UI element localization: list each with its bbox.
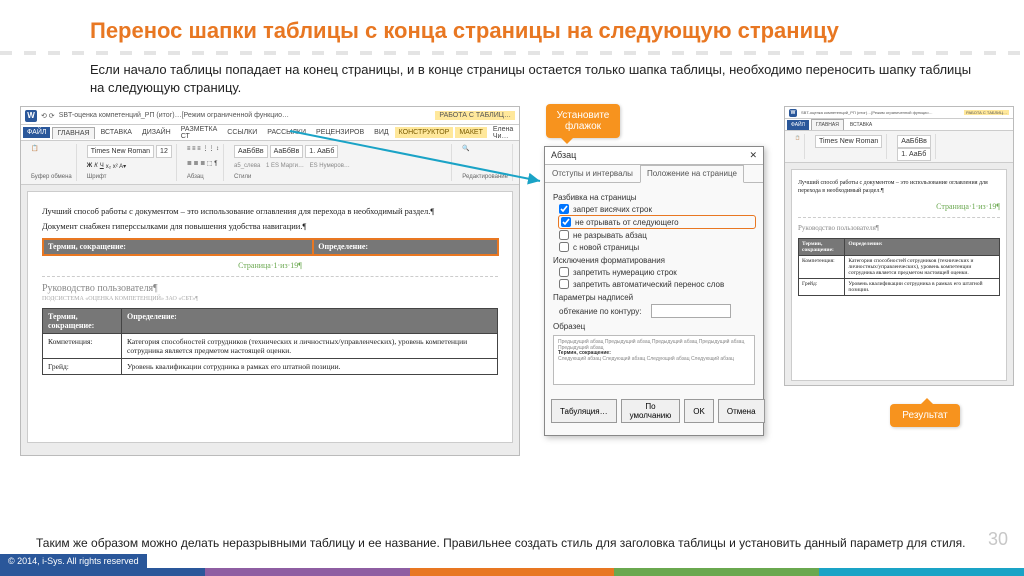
word-icon: W bbox=[25, 110, 37, 122]
dialog-section-textbox: Параметры надписей bbox=[553, 293, 755, 302]
intro-text: Если начало таблицы попадает на конец ст… bbox=[0, 61, 1024, 96]
callout-result: Результат bbox=[890, 404, 960, 427]
style-3[interactable]: 1. АаБб bbox=[305, 145, 338, 158]
checkbox-keep-with-next[interactable]: не отрывать от следующего bbox=[559, 216, 755, 228]
tab-mail[interactable]: РАССЫЛКИ bbox=[263, 127, 310, 138]
doc-para-1: Лучший способ работы с документом – это … bbox=[42, 206, 498, 217]
checkbox-keep-together[interactable]: не разрывать абзац bbox=[559, 230, 755, 240]
tab-file[interactable]: ФАЙЛ bbox=[23, 127, 50, 138]
group-para: Абзац bbox=[187, 174, 219, 180]
font-name[interactable]: Times New Roman bbox=[87, 145, 154, 158]
tab-home[interactable]: ГЛАВНАЯ bbox=[52, 127, 94, 139]
word-titlebar-r: W SBT-оценка компетенций_РП (итог)…[Режи… bbox=[785, 107, 1013, 119]
close-icon[interactable]: ✕ bbox=[749, 150, 757, 161]
copyright: © 2014, i-Sys. All rights reserved bbox=[0, 554, 147, 568]
cancel-button[interactable]: Отмена bbox=[718, 399, 765, 423]
style-2[interactable]: АаБбВв bbox=[270, 145, 304, 158]
group-clipboard: Буфер обмена bbox=[31, 174, 72, 180]
tab-refs[interactable]: ССЫЛКИ bbox=[223, 127, 261, 138]
dialog-tab-position[interactable]: Положение на странице bbox=[640, 165, 744, 183]
tabulation-button[interactable]: Табуляция… bbox=[551, 399, 617, 423]
document-page[interactable]: Лучший способ работы с документом – это … bbox=[27, 191, 513, 443]
tab-design[interactable]: ДИЗАЙН bbox=[138, 127, 175, 138]
tab-view[interactable]: ВИД bbox=[370, 127, 392, 138]
callout-set-flag: Установите флажок bbox=[546, 104, 620, 138]
tab-constructor[interactable]: КОНСТРУКТОР bbox=[395, 127, 454, 138]
font-size[interactable]: 12 bbox=[156, 145, 172, 158]
tab-insert[interactable]: ВСТАВКА bbox=[97, 127, 136, 138]
page-footer-r: Страница·1·из·19¶ bbox=[798, 202, 1000, 211]
preview-label: Образец bbox=[553, 322, 755, 331]
tab-review[interactable]: РЕЦЕНЗИРОВ bbox=[312, 127, 368, 138]
checkbox-widow[interactable]: запрет висячих строк bbox=[559, 204, 755, 214]
tab-insert[interactable]: ВСТАВКА bbox=[846, 120, 876, 130]
context-tab-label: РАБОТА С ТАБЛИЦ… bbox=[435, 111, 515, 120]
dialog-tab-indents[interactable]: Отступы и интервалы bbox=[545, 165, 640, 182]
style-1[interactable]: АаБбВв bbox=[234, 145, 268, 158]
guide-title: Руководство пользователя¶ bbox=[42, 283, 498, 294]
doc-para-2: Документ снабжен гиперссылками для повыш… bbox=[42, 221, 498, 232]
paragraph-dialog: Абзац ✕ Отступы и интервалы Положение на… bbox=[544, 146, 764, 436]
slide-number: 30 bbox=[988, 529, 1008, 550]
ribbon-tabs: ФАЙЛ ГЛАВНАЯ ВСТАВКА ДИЗАЙН РАЗМЕТКА СТ … bbox=[21, 125, 519, 141]
default-button[interactable]: По умолчанию bbox=[621, 399, 681, 423]
page-footer: Страница·1·из·19¶ bbox=[42, 261, 498, 270]
dialog-title: Абзац bbox=[551, 150, 576, 161]
dialog-section-format-exc: Исключения форматирования bbox=[553, 256, 755, 265]
word-titlebar: W ⟲ ⟳ SBT-оценка компетенций_РП (итог)…[… bbox=[21, 107, 519, 125]
slide-title: Перенос шапки таблицы с конца страницы н… bbox=[0, 0, 1024, 43]
table-before-top: Термин, сокращение:Определение: bbox=[42, 238, 498, 255]
footer-stripe bbox=[0, 568, 1024, 576]
tab-layout[interactable]: РАЗМЕТКА СТ bbox=[177, 124, 222, 142]
checkbox-suppress-lines[interactable]: запретить нумерацию строк bbox=[559, 267, 755, 277]
content-area: W ⟲ ⟳ SBT-оценка компетенций_РП (итог)…[… bbox=[0, 106, 1024, 486]
preview-box: Предыдущий абзац Предыдущий абзац Предыд… bbox=[553, 335, 755, 385]
word-icon: W bbox=[789, 109, 797, 117]
wrap-select[interactable] bbox=[651, 304, 731, 318]
doc-title: SBT-оценка компетенций_РП (итог)…[Режим … bbox=[59, 112, 289, 119]
dialog-section-pagination: Разбивка на страницы bbox=[553, 193, 755, 202]
table-header-1: Термин, сокращение: bbox=[43, 239, 313, 255]
guide-subtitle: ПОДСИСТЕМА «ОЦЕНКА КОМПЕТЕНЦИЙ» ЗАО «СБТ… bbox=[42, 296, 498, 302]
tab-home[interactable]: ГЛАВНАЯ bbox=[811, 119, 844, 130]
group-edit: Редактирование bbox=[462, 174, 508, 180]
guide-title-r: Руководство пользователя¶ bbox=[798, 224, 1000, 232]
outro-text: Таким же образом можно делать неразрывны… bbox=[36, 536, 984, 552]
checkbox-no-hyphen[interactable]: запретить автоматический перенос слов bbox=[559, 279, 755, 289]
table-before-bottom: Термин, сокращение:Определение: Компетен… bbox=[42, 308, 498, 375]
table-after: Термин, сокращение:Определение: Компетен… bbox=[798, 238, 1000, 296]
ok-button[interactable]: OK bbox=[684, 399, 714, 423]
doc-para-r1: Лучший способ работы с документом – это … bbox=[798, 180, 1000, 196]
word-window-before: W ⟲ ⟳ SBT-оценка компетенций_РП (итог)…[… bbox=[20, 106, 520, 456]
user-name[interactable]: Елена Чи… bbox=[489, 124, 519, 142]
table-header-2: Определение: bbox=[313, 239, 498, 255]
tab-tbllayout[interactable]: МАКЕТ bbox=[455, 127, 487, 138]
word-window-after: W SBT-оценка компетенций_РП (итог)…[Режи… bbox=[784, 106, 1014, 386]
tab-file[interactable]: ФАЙЛ bbox=[787, 120, 809, 130]
divider bbox=[0, 51, 1024, 55]
group-styles: Стили bbox=[234, 174, 447, 180]
group-font: Шрифт bbox=[87, 174, 172, 180]
ribbon-body: 📋 Буфер обмена Times New Roman12 Ж К Ч x… bbox=[21, 141, 519, 185]
checkbox-page-break[interactable]: с новой страницы bbox=[559, 242, 755, 252]
